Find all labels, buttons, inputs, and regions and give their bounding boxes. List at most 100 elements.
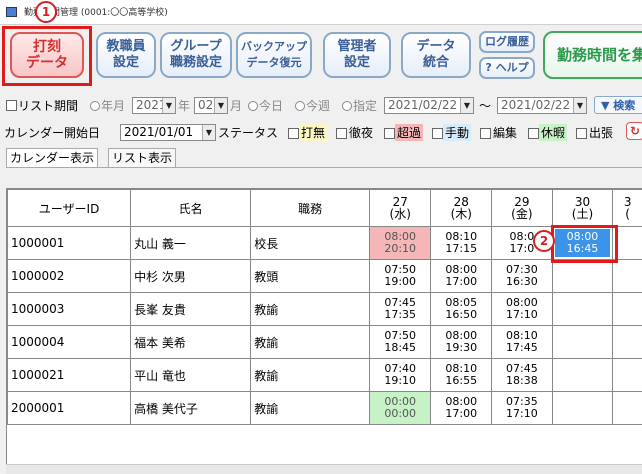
role-cell[interactable]: 教諭 (251, 293, 370, 326)
role-cell[interactable]: 教諭 (251, 359, 370, 392)
group-role-settings-button[interactable]: グループ 職務設定 (160, 32, 232, 78)
clock-out-time: 16:50 (431, 309, 491, 321)
time-cell[interactable] (552, 359, 613, 392)
time-cell[interactable] (552, 326, 613, 359)
time-cell[interactable] (613, 260, 642, 293)
table-row[interactable]: 1000021平山 竜也教諭07:4019:1008:1016:5507:451… (8, 359, 642, 392)
time-cell[interactable]: 08:0019:30 (431, 326, 492, 359)
name-cell[interactable]: 福本 美希 (131, 326, 251, 359)
time-cell[interactable]: 07:3016:30 (492, 260, 553, 293)
status-vacation-label: 休暇 (539, 124, 567, 141)
year-select[interactable]: 2021▼ (132, 97, 176, 114)
specified-radio[interactable] (342, 101, 352, 111)
role-cell[interactable]: 教諭 (251, 392, 370, 425)
status-checkbox-vacation[interactable] (528, 128, 539, 139)
name-cell[interactable]: 平山 竜也 (131, 359, 251, 392)
table-row[interactable]: 1000004福本 美希教諭07:5018:4508:0019:3008:101… (8, 326, 642, 359)
clock-out-time: 20:10 (370, 243, 431, 255)
today-radio[interactable] (248, 101, 258, 111)
time-cell[interactable] (613, 293, 642, 326)
staff-settings-button[interactable]: 教職員 設定 (96, 32, 156, 78)
name-cell[interactable]: 高橋 美代子 (131, 392, 251, 425)
time-cell[interactable]: 07:5018:45 (369, 326, 431, 359)
status-checkbox-manual[interactable] (432, 128, 443, 139)
user-id-cell[interactable]: 1000004 (8, 326, 131, 359)
time-cell[interactable]: 00:0000:00 (369, 392, 431, 425)
time-cell[interactable]: 08:1016:55 (431, 359, 492, 392)
list-period-checkbox[interactable] (6, 100, 17, 111)
time-cell[interactable]: 07:4019:10 (369, 359, 431, 392)
refresh-icon[interactable]: ↻ (626, 122, 642, 140)
clock-out-time: 17:35 (370, 309, 431, 321)
status-checkbox-business-trip[interactable] (576, 128, 587, 139)
status-no-punch-label: 打無 (299, 124, 327, 141)
status-checkbox-edited[interactable] (480, 128, 491, 139)
table-row[interactable]: 1000002中杉 次男教頭07:5019:0008:0017:0007:301… (8, 260, 642, 293)
table-row[interactable]: 1000003長峯 友貴教諭07:4517:3508:0516:5008:001… (8, 293, 642, 326)
clock-out-time: 18:45 (370, 342, 431, 354)
role-cell[interactable]: 教諭 (251, 326, 370, 359)
time-cell[interactable]: 07:4517:35 (369, 293, 431, 326)
name-cell[interactable]: 中杉 次男 (131, 260, 251, 293)
time-cell[interactable] (613, 392, 642, 425)
time-cell[interactable]: 07:3517:10 (492, 392, 553, 425)
user-id-cell[interactable]: 2000001 (8, 392, 131, 425)
time-cell[interactable]: 07:5019:00 (369, 260, 431, 293)
clock-out-time: 17:45 (492, 342, 552, 354)
work-hours-summary-button[interactable]: 勤務時間を集 (543, 31, 642, 79)
time-cell[interactable] (552, 392, 613, 425)
time-cell[interactable] (613, 326, 642, 359)
year-month-radio[interactable] (90, 101, 100, 111)
time-cell[interactable] (552, 293, 613, 326)
status-checkbox-overtime[interactable] (384, 128, 395, 139)
clock-out-time: 17:00 (431, 408, 491, 420)
month-select[interactable]: 02▼ (194, 97, 228, 114)
user-id-cell[interactable]: 1000002 (8, 260, 131, 293)
backup-restore-button[interactable]: バックアップ データ復元 (236, 32, 312, 78)
user-id-cell[interactable]: 1000003 (8, 293, 131, 326)
search-button[interactable]: ▼ 検索 (594, 96, 642, 114)
punch-data-button[interactable]: 打刻 データ (10, 32, 84, 78)
status-edited-label: 編集 (491, 124, 519, 141)
help-button[interactable]: ? ヘルプ (479, 57, 535, 79)
date-range-tilde: ～ (479, 97, 491, 114)
name-cell[interactable]: 長峯 友貴 (131, 293, 251, 326)
admin-settings-button[interactable]: 管理者 設定 (323, 32, 391, 78)
column-header-user-id: ユーザーID (8, 190, 131, 227)
role-cell[interactable]: 教頭 (251, 260, 370, 293)
time-cell[interactable] (613, 359, 642, 392)
callout-badge-2: 2 (533, 230, 555, 252)
user-id-cell[interactable]: 1000021 (8, 359, 131, 392)
time-cell[interactable]: 08:0020:10 (369, 227, 431, 260)
table-header-row: ユーザーID 氏名 職務 27(水) 28(木) 29(金) 30(土) 3( (8, 190, 642, 227)
role-cell[interactable]: 校長 (251, 227, 370, 260)
chevron-down-icon: ▼ (214, 98, 227, 113)
time-cell[interactable]: 08:0017:10 (492, 293, 553, 326)
list-period-label: リスト期間 (18, 97, 78, 114)
tab-list-view[interactable]: リスト表示 (108, 148, 176, 168)
time-cell[interactable]: 08:0516:50 (431, 293, 492, 326)
table-row[interactable]: 2000001高橋 美代子教諭00:0000:0008:0017:0007:35… (8, 392, 642, 425)
this-week-radio[interactable] (295, 101, 305, 111)
status-checkbox-no-punch[interactable] (288, 128, 299, 139)
time-cell[interactable]: 08:1017:15 (431, 227, 492, 260)
chevron-down-icon: ▼ (162, 98, 175, 113)
log-history-button[interactable]: ログ履歴 (479, 31, 535, 53)
calendar-start-select[interactable]: 2021/01/01▼ (120, 124, 216, 141)
status-checkbox-all-night[interactable] (336, 128, 347, 139)
date-to-select[interactable]: 2021/02/22▼ (497, 97, 587, 114)
column-header-role: 職務 (251, 190, 370, 227)
data-merge-button[interactable]: データ 統合 (401, 32, 471, 78)
user-id-cell[interactable]: 1000001 (8, 227, 131, 260)
time-cell[interactable]: 08:0017:00 (431, 392, 492, 425)
time-cell[interactable]: 08:1017:45 (492, 326, 553, 359)
date-from-select[interactable]: 2021/02/22▼ (384, 97, 474, 114)
date-header: 29(金) (492, 190, 553, 227)
date-header: 30(土) (552, 190, 613, 227)
clock-out-time: 16:30 (492, 276, 552, 288)
name-cell[interactable]: 丸山 義一 (131, 227, 251, 260)
time-cell[interactable]: 07:4518:38 (492, 359, 553, 392)
time-cell[interactable]: 08:0017:00 (431, 260, 492, 293)
time-cell[interactable] (552, 260, 613, 293)
tab-calendar-view[interactable]: カレンダー表示 (6, 148, 98, 168)
